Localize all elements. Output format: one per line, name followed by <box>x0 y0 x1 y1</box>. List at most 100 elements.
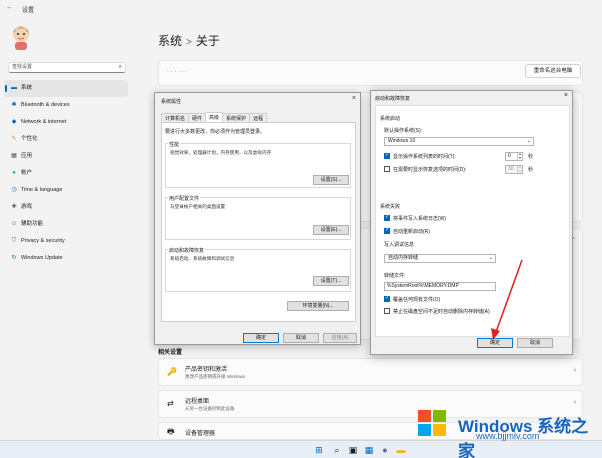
startup-recovery-settings-button[interactable]: 设置(T)... <box>313 276 349 286</box>
spin-arrows-icon[interactable]: ▲ ▼ <box>517 165 522 173</box>
file-explorer-icon[interactable]: ▬ <box>395 444 407 456</box>
chat-icon[interactable]: ● <box>379 444 391 456</box>
task-view-icon[interactable]: ▣ <box>347 444 359 456</box>
cancel-button[interactable]: 取消 <box>517 338 553 348</box>
group-title: 启动和故障恢复 <box>168 247 206 254</box>
sidebar-item-accessibility[interactable]: ☺ 辅助功能 <box>4 216 128 233</box>
tab-system-protection[interactable]: 系统保护 <box>222 113 251 122</box>
avatar[interactable] <box>10 24 32 50</box>
apply-button[interactable]: 应用(A) <box>323 333 357 343</box>
close-icon[interactable]: × <box>564 92 568 99</box>
show-recovery-time[interactable]: 30 ▲ ▼ <box>505 165 523 174</box>
group-desc: 与登录帐户相关的桌面设置 <box>170 204 226 209</box>
back-button[interactable]: ← <box>6 4 13 11</box>
gamepad-icon: ✚ <box>11 204 17 210</box>
environment-variables-button[interactable]: 环境变量(N)... <box>287 301 349 311</box>
dialog-title: 启动和故障恢复 <box>375 96 411 102</box>
group-desc: 系统启动、系统故障和调试信息 <box>170 256 235 261</box>
sidebar-item-personalization[interactable]: ✎ 个性化 <box>4 131 128 148</box>
remote-icon: ⇄ <box>167 399 174 408</box>
group-title: 用户配置文件 <box>168 195 201 202</box>
chevron-down-icon: ⌄ <box>526 138 531 144</box>
sidebar-item-label: 应用 <box>21 153 33 159</box>
related-settings-title: 相关设置 <box>158 350 183 356</box>
chevron-down-icon: ⌄ <box>488 255 493 261</box>
tab-hardware[interactable]: 硬件 <box>188 113 207 122</box>
auto-restart-checkbox[interactable] <box>384 227 390 234</box>
sidebar-item-label: 个性化 <box>21 136 38 142</box>
breadcrumb: 系统 > 关于 <box>158 32 220 49</box>
search-input[interactable]: 查找设置 ⌕ <box>8 62 126 73</box>
sidebar-item-time-language[interactable]: ◷ Time & language <box>4 182 128 199</box>
printer-icon: 🖶 <box>167 427 175 436</box>
account-icon: ● <box>12 170 16 176</box>
system-failure-label: 系统失败 <box>380 204 401 210</box>
close-icon[interactable]: × <box>352 95 356 102</box>
rename-pc-button[interactable]: 重命名这台电脑 <box>525 64 581 78</box>
ok-button[interactable]: 确定 <box>243 333 279 343</box>
sidebar-item-bluetooth[interactable]: ✱ Bluetooth & devices <box>4 97 128 114</box>
sidebar-item-label: 帐户 <box>21 170 33 176</box>
sidebar-item-network[interactable]: ◆ Network & internet <box>4 114 128 131</box>
chevron-right-icon: › <box>573 399 576 406</box>
related-subtitle: 更改产品密钥或升级 Windows <box>185 374 246 379</box>
ok-button[interactable]: 确定 <box>477 338 513 348</box>
sidebar-item-privacy[interactable]: ⛉ Privacy & security <box>4 233 128 250</box>
default-os-label: 默认操作系统(S): <box>384 128 423 134</box>
overwrite-checkbox[interactable] <box>384 295 390 302</box>
search-icon: ⌕ <box>118 64 122 70</box>
tab-advanced[interactable]: 高级 <box>205 112 224 122</box>
show-os-list-checkbox[interactable] <box>384 152 390 159</box>
system-icon: ▬ <box>11 85 17 91</box>
tab-remote[interactable]: 远程 <box>249 113 268 122</box>
search-icon[interactable]: ⌕ <box>331 444 343 456</box>
dump-file-input[interactable]: %SystemRoot%\MEMORY.DMP <box>384 282 496 291</box>
spin-value: 30 <box>508 166 514 172</box>
sidebar-item-system[interactable]: ▬ 系统 <box>4 80 128 97</box>
sidebar-item-label: Network & internet <box>21 119 67 125</box>
group-desc: 视觉效果，处理器计划，内存使用，以及虚拟内存 <box>170 150 272 155</box>
debug-info-value: 自动内存转储 <box>388 255 419 261</box>
related-subtitle: 从另一台设备控制此设备 <box>185 406 235 411</box>
debug-info-select[interactable]: 自动内存转储 ⌄ <box>384 254 496 263</box>
auto-restart-label: 自动重新启动(R) <box>393 229 430 235</box>
startup-recovery-dialog: 启动和故障恢复 × 系统启动 默认操作系统(S): Windows 10 ⌄ 显… <box>370 90 573 355</box>
clock-icon: ◷ <box>11 187 17 193</box>
sidebar-item-apps[interactable]: ▦ 应用 <box>4 148 128 165</box>
sidebar-item-label: Time & language <box>21 187 63 193</box>
disable-autodelete-checkbox[interactable] <box>384 308 390 314</box>
default-os-value: Windows 10 <box>388 138 416 144</box>
device-name-card: · · · · · · <box>158 60 583 86</box>
tab-computer-name[interactable]: 计算机名 <box>161 113 190 122</box>
show-recovery-label: 在需要时显示恢复选项的时间(D): <box>393 167 467 173</box>
breadcrumb-parent[interactable]: 系统 <box>158 34 182 48</box>
write-event-checkbox[interactable] <box>384 214 390 221</box>
show-os-list-label: 显示操作系统列表的时间(T): <box>393 154 456 160</box>
show-os-list-time[interactable]: 0 ▲ ▼ <box>505 152 523 161</box>
breadcrumb-separator: > <box>186 37 192 48</box>
brush-icon: ✎ <box>11 136 17 142</box>
sidebar-item-label: Bluetooth & devices <box>21 102 70 108</box>
start-icon[interactable]: ⊞ <box>313 444 325 456</box>
performance-settings-button[interactable]: 设置(S)... <box>313 175 349 185</box>
sidebar-item-windows-update[interactable]: ↻ Windows Update <box>4 250 128 267</box>
related-product-key[interactable]: 🔑 产品密钥和激活 更改产品密钥或升级 Windows › <box>158 358 583 386</box>
cancel-button[interactable]: 取消 <box>283 333 319 343</box>
show-recovery-checkbox[interactable] <box>384 166 390 172</box>
sidebar-item-accounts[interactable]: ● 帐户 <box>4 165 128 182</box>
watermark: Windows 系统之家 www.bjjmlv.com <box>412 410 602 458</box>
sidebar-item-gaming[interactable]: ✚ 游戏 <box>4 199 128 216</box>
seconds-unit: 秒 <box>528 154 534 160</box>
widgets-icon[interactable]: ▦ <box>363 444 375 456</box>
sidebar-item-label: 游戏 <box>21 204 33 210</box>
user-profiles-settings-button[interactable]: 设置(E)... <box>313 225 349 235</box>
debug-info-label: 写入调试信息 <box>384 242 415 248</box>
spin-arrows-icon[interactable]: ▲ ▼ <box>517 152 522 160</box>
sidebar-item-label: Privacy & security <box>21 238 65 244</box>
system-properties-dialog: 系统属性 × 计算机名 硬件 高级 系统保护 远程 要进行大多数更改，你必须作为… <box>154 92 361 345</box>
disable-autodelete-label: 禁止在磁盘空间不足时自动删除内存转储(A) <box>393 309 490 315</box>
watermark-url: www.bjjmlv.com <box>476 431 540 441</box>
accessibility-icon: ☺ <box>10 221 18 227</box>
default-os-select[interactable]: Windows 10 ⌄ <box>384 137 534 146</box>
update-icon: ↻ <box>11 255 17 261</box>
